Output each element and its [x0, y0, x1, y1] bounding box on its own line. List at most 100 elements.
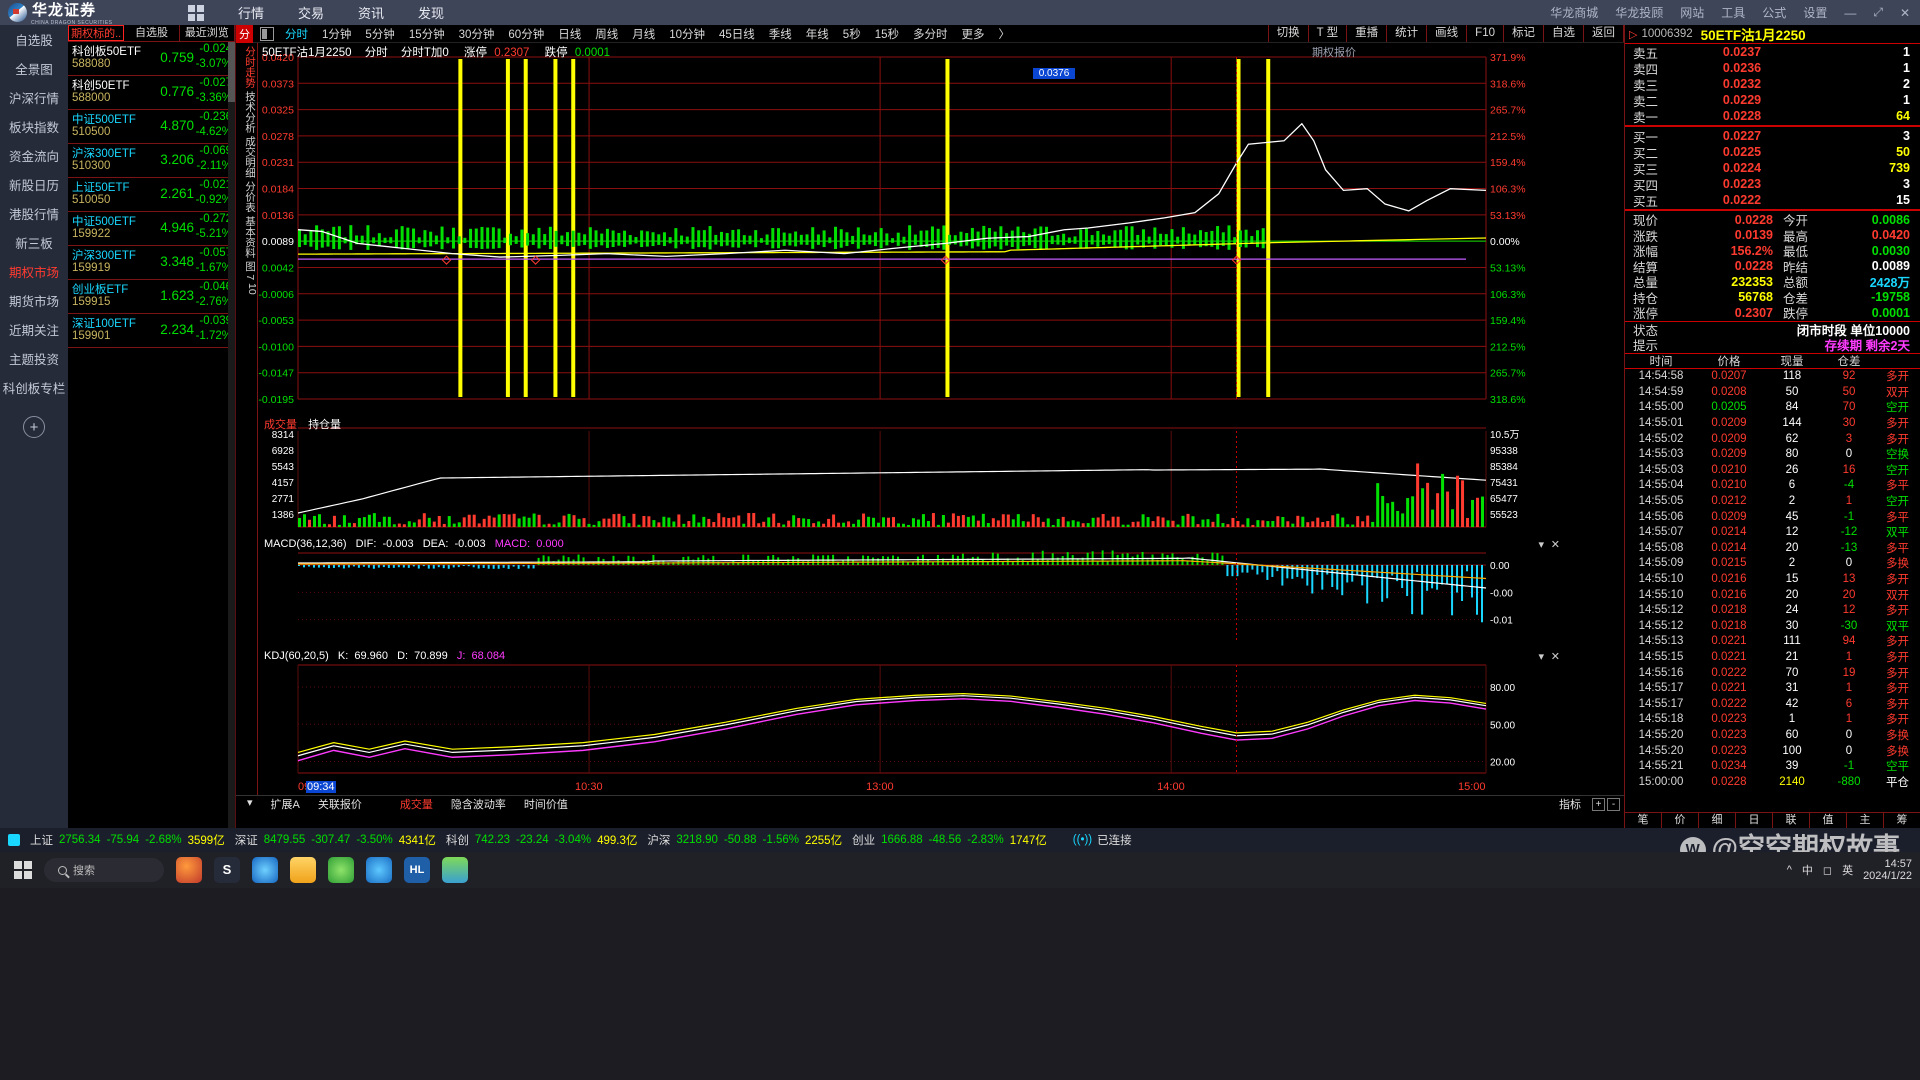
tick-row[interactable]: 14:55:17 0.0221 31 1 多开	[1625, 680, 1920, 696]
watchlist-row[interactable]: 创业板ETF 159915 1.623 -0.046 -2.76%	[68, 280, 235, 314]
tick-row[interactable]: 14:55:13 0.0221 111 94 多开	[1625, 634, 1920, 650]
tick-row[interactable]: 14:55:02 0.0209 62 3 多开	[1625, 431, 1920, 447]
chart-tool-切换[interactable]: 切换	[1267, 25, 1308, 42]
indicator-minus-button[interactable]: -	[1607, 797, 1620, 811]
market-index-0[interactable]: 上证 2756.34 -75.94 -2.68% 3599亿	[30, 832, 225, 848]
sidebar-item-4[interactable]: 资金流向	[0, 141, 68, 170]
market-index-1[interactable]: 深证 8479.55 -307.47 -3.50% 4341亿	[235, 832, 436, 848]
indicator-label[interactable]: 指标	[1550, 796, 1590, 812]
period-月线[interactable]: 月线	[625, 26, 662, 42]
price-chart-panel[interactable]: 0.0420 371.9% 0.0373 318.6% 0.0325 265.7% 0.02…	[258, 43, 1566, 415]
watchlist-row[interactable]: 深证100ETF 159901 2.234 -0.039 -1.72%	[68, 314, 235, 348]
watchlist-scrollbar[interactable]	[228, 42, 235, 828]
sidebar-item-9[interactable]: 期货市场	[0, 286, 68, 315]
chart-tool-统计[interactable]: 统计	[1386, 25, 1426, 42]
tick-row[interactable]: 14:55:18 0.0223 1 1 多开	[1625, 712, 1920, 728]
tray-chevron-icon[interactable]: ^	[1787, 864, 1792, 876]
volume-chart-panel[interactable]: 8314 10.5万 6928 95338 5543 85384 4157 75431 2771…	[258, 415, 1566, 537]
sidebar-item-11[interactable]: 主题投资	[0, 344, 68, 373]
fen-badge[interactable]: 分	[236, 24, 253, 43]
side-strip-3[interactable]: 分价表	[236, 181, 258, 213]
tick-row[interactable]: 14:54:58 0.0207 118 92 多开	[1625, 369, 1920, 385]
footer-tab-隐含波动率[interactable]: 隐含波动率	[442, 796, 515, 812]
tick-row[interactable]: 15:00:00 0.0228 2140 -880 平仓	[1625, 774, 1920, 790]
sidebar-item-5[interactable]: 新股日历	[0, 170, 68, 199]
footer-tab-成交量[interactable]: 成交量	[391, 796, 442, 812]
sidebar-item-0[interactable]: 自选股	[0, 25, 68, 54]
period-周线[interactable]: 周线	[588, 26, 625, 42]
period-30分钟[interactable]: 30分钟	[452, 26, 502, 42]
watchlist-row[interactable]: 科创板50ETF 588080 0.759 -0.024 -3.07%	[68, 42, 235, 76]
chart-tool-F10[interactable]: F10	[1466, 25, 1503, 42]
watchlist-tab-2[interactable]: 最近浏览	[180, 25, 235, 41]
layout-toggle-icon[interactable]	[260, 26, 274, 41]
taskbar-explorer-icon[interactable]	[290, 857, 316, 883]
side-strip-4[interactable]: 基本资料	[236, 216, 258, 258]
period-45日线[interactable]: 45日线	[712, 26, 762, 42]
tick-row[interactable]: 14:55:12 0.0218 30 -30 双平	[1625, 618, 1920, 634]
tick-row[interactable]: 14:55:12 0.0218 24 12 多开	[1625, 602, 1920, 618]
sidebar-item-7[interactable]: 新三板	[0, 228, 68, 257]
side-strip-1[interactable]: 技术分析	[236, 91, 258, 133]
watchlist-row[interactable]: 科创50ETF 588000 0.776 -0.027 -3.36%	[68, 76, 235, 110]
chart-tool-重播[interactable]: 重播	[1346, 25, 1386, 42]
taskbar-app-6-icon[interactable]	[366, 857, 392, 883]
bid-row[interactable]: 买五 0.0222 15	[1625, 192, 1920, 209]
taskbar-app-8-icon[interactable]	[442, 857, 468, 883]
minimize-button[interactable]: —	[1844, 6, 1856, 20]
tick-row[interactable]: 14:55:10 0.0216 20 20 双开	[1625, 587, 1920, 603]
footer-tab-时间价值[interactable]: 时间价值	[515, 796, 577, 812]
tick-row[interactable]: 14:55:07 0.0214 12 -12 双平	[1625, 524, 1920, 540]
tray-ime-en-icon[interactable]: 英	[1842, 862, 1853, 878]
topnav-item-1[interactable]: 交易	[298, 3, 324, 22]
topright-item-2[interactable]: 网站	[1680, 4, 1704, 21]
chart-tool-T 型[interactable]: T 型	[1307, 25, 1347, 42]
tick-row[interactable]: 14:55:06 0.0209 45 -1 多平	[1625, 509, 1920, 525]
kdj-chart-panel[interactable]: 80.00 50.00 20.00 KDJ(60,20,5) K: 69.960 D…	[258, 649, 1566, 781]
side-strip-0[interactable]: 分时走势	[236, 46, 258, 88]
quote-footer-tab-笔[interactable]: 笔	[1625, 813, 1662, 828]
market-index-2[interactable]: 科创 742.23 -23.24 -3.04% 499.3亿	[446, 832, 638, 848]
side-strip-6[interactable]: 10	[236, 283, 258, 295]
tick-row[interactable]: 14:55:08 0.0214 20 -13 多平	[1625, 540, 1920, 556]
tick-row[interactable]: 14:55:04 0.0210 6 -4 多平	[1625, 478, 1920, 494]
tick-row[interactable]: 14:55:09 0.0215 2 0 多换	[1625, 556, 1920, 572]
footer-left-tab-0[interactable]: 扩展A	[262, 796, 309, 812]
tick-row[interactable]: 14:55:01 0.0209 144 30 多开	[1625, 415, 1920, 431]
more-arrow-icon[interactable]: 〉	[992, 26, 1018, 42]
tick-row[interactable]: 14:54:59 0.0208 50 50 双开	[1625, 384, 1920, 400]
topright-item-0[interactable]: 华龙商城	[1550, 4, 1598, 21]
tray-ime-cn-icon[interactable]: 中	[1802, 862, 1813, 878]
side-strip-5[interactable]: 图 7	[236, 261, 258, 280]
period-分时[interactable]: 分时	[278, 26, 315, 42]
market-index-3[interactable]: 沪深 3218.90 -50.88 -1.56% 2255亿	[647, 832, 842, 848]
tick-row[interactable]: 14:55:20 0.0223 100 0 多换	[1625, 743, 1920, 759]
chart-tool-画线[interactable]: 画线	[1426, 25, 1466, 42]
period-年线[interactable]: 年线	[799, 26, 836, 42]
watchlist-scroll-thumb[interactable]	[228, 42, 235, 102]
taskbar-edge-icon[interactable]	[252, 857, 278, 883]
watchlist-tab-1[interactable]: 自选股	[124, 25, 180, 41]
topnav-item-0[interactable]: 行情	[238, 3, 264, 22]
tick-row[interactable]: 14:55:03 0.0209 80 0 空换	[1625, 446, 1920, 462]
add-group-icon[interactable]: +	[23, 416, 45, 438]
tick-row[interactable]: 14:55:15 0.0221 21 1 多开	[1625, 649, 1920, 665]
ask-row[interactable]: 卖一 0.0228 64	[1625, 108, 1920, 125]
kdj-close-icon[interactable]: ✕	[1551, 650, 1560, 663]
tick-row[interactable]: 14:55:00 0.0205 84 70 空开	[1625, 400, 1920, 416]
period-60分钟[interactable]: 60分钟	[501, 26, 551, 42]
watchlist-row[interactable]: 沪深300ETF 159919 3.348 -0.057 -1.67%	[68, 246, 235, 280]
watchlist-row[interactable]: 沪深300ETF 510300 3.206 -0.069 -2.11%	[68, 144, 235, 178]
sidebar-item-3[interactable]: 板块指数	[0, 112, 68, 141]
kdj-collapse-icon[interactable]: ▾	[1538, 650, 1544, 663]
taskbar-app-2-icon[interactable]: S	[214, 857, 240, 883]
tray-keyboard-icon[interactable]: ◻	[1823, 864, 1832, 877]
sidebar-item-1[interactable]: 全景图	[0, 54, 68, 83]
watchlist-row[interactable]: 中证500ETF 159922 4.946 -0.272 -5.21%	[68, 212, 235, 246]
chart-tool-标记[interactable]: 标记	[1503, 25, 1543, 42]
macd-chart-panel[interactable]: 0.00 -0.00 -0.01 MACD(36,12,36) DIF: -0.00…	[258, 537, 1566, 649]
period-更多[interactable]: 更多	[955, 26, 992, 42]
period-日线[interactable]: 日线	[551, 26, 588, 42]
topnav-item-3[interactable]: 发现	[418, 3, 444, 22]
windows-start-icon[interactable]	[14, 861, 32, 879]
